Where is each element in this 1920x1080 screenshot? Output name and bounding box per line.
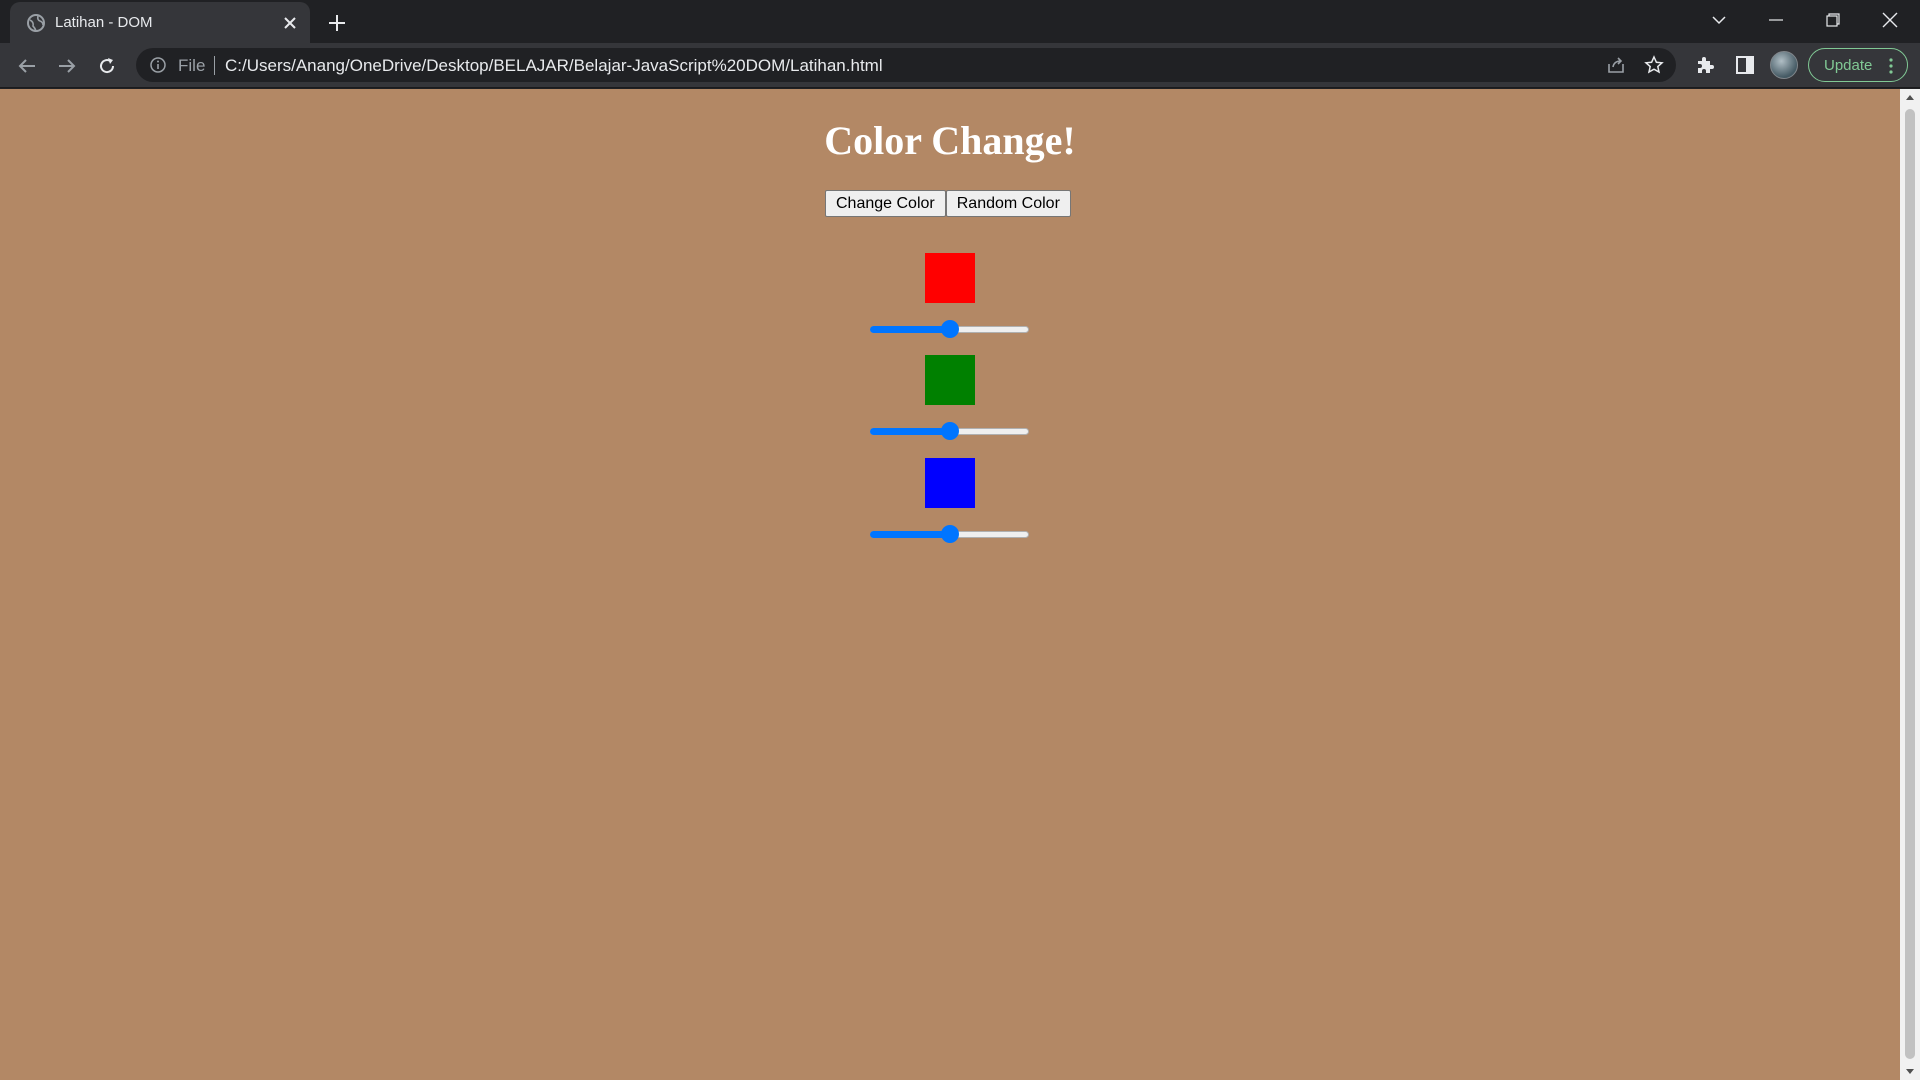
url-text[interactable]: C:/Users/Anang/OneDrive/Desktop/BELAJAR/… — [225, 56, 883, 76]
red-slider[interactable] — [870, 320, 1029, 338]
green-slider[interactable] — [870, 422, 1029, 440]
browser-toolbar: File C:/Users/Anang/OneDrive/Desktop/BEL… — [0, 43, 1920, 88]
extensions-puzzle-icon[interactable] — [1693, 53, 1717, 77]
info-icon[interactable] — [150, 57, 166, 73]
tab-title: Latihan - DOM — [55, 14, 153, 31]
tab-search-button[interactable] — [1691, 0, 1747, 40]
slider-thumb[interactable] — [941, 320, 959, 338]
globe-icon — [27, 14, 45, 32]
url-separator — [214, 56, 215, 75]
restore-button[interactable] — [1805, 0, 1861, 40]
address-bar[interactable]: File C:/Users/Anang/OneDrive/Desktop/BEL… — [136, 48, 1676, 82]
update-label: Update — [1824, 57, 1873, 74]
blue-swatch — [925, 458, 975, 508]
side-panel-icon[interactable] — [1733, 53, 1757, 77]
minimize-icon — [1769, 19, 1783, 21]
close-icon — [1882, 12, 1898, 28]
page-viewport: Color Change! Change Color Random Color — [0, 89, 1900, 1080]
slider-thumb[interactable] — [941, 422, 959, 440]
scrollbar-thumb[interactable] — [1905, 109, 1915, 1059]
vertical-scrollbar[interactable] — [1900, 89, 1920, 1080]
back-button[interactable] — [12, 51, 42, 81]
red-swatch — [925, 253, 975, 303]
minimize-button[interactable] — [1748, 0, 1804, 40]
more-options-icon — [1889, 58, 1893, 74]
random-color-button[interactable]: Random Color — [945, 190, 1071, 217]
back-arrow-icon — [18, 59, 35, 73]
update-button[interactable]: Update — [1808, 48, 1908, 82]
forward-arrow-icon — [59, 59, 76, 73]
bookmark-star-icon[interactable] — [1644, 55, 1664, 75]
window-close-button[interactable] — [1862, 0, 1918, 40]
slider-fill — [870, 326, 950, 333]
reload-button[interactable] — [92, 51, 122, 81]
new-tab-icon[interactable] — [323, 9, 351, 37]
slider-thumb[interactable] — [941, 525, 959, 543]
share-icon[interactable] — [1606, 55, 1626, 75]
green-swatch — [925, 355, 975, 405]
reload-icon — [100, 58, 115, 74]
page-title: Color Change! — [824, 118, 1076, 163]
browser-tab[interactable]: Latihan - DOM — [10, 2, 310, 43]
tab-strip: Latihan - DOM — [0, 0, 1920, 43]
profile-avatar[interactable] — [1770, 51, 1798, 79]
chevron-down-icon — [1712, 16, 1726, 25]
slider-fill — [870, 428, 950, 435]
change-color-button[interactable]: Change Color — [825, 190, 946, 217]
restore-icon — [1826, 13, 1840, 27]
button-row: Change Color Random Color — [825, 190, 1071, 217]
url-scheme-label: File — [178, 56, 206, 75]
slider-fill — [870, 531, 950, 538]
blue-slider[interactable] — [870, 525, 1029, 543]
forward-button[interactable] — [52, 51, 82, 81]
scroll-down-arrow-icon[interactable] — [1906, 1069, 1914, 1075]
close-icon[interactable] — [279, 12, 301, 34]
scroll-up-arrow-icon[interactable] — [1906, 94, 1914, 100]
